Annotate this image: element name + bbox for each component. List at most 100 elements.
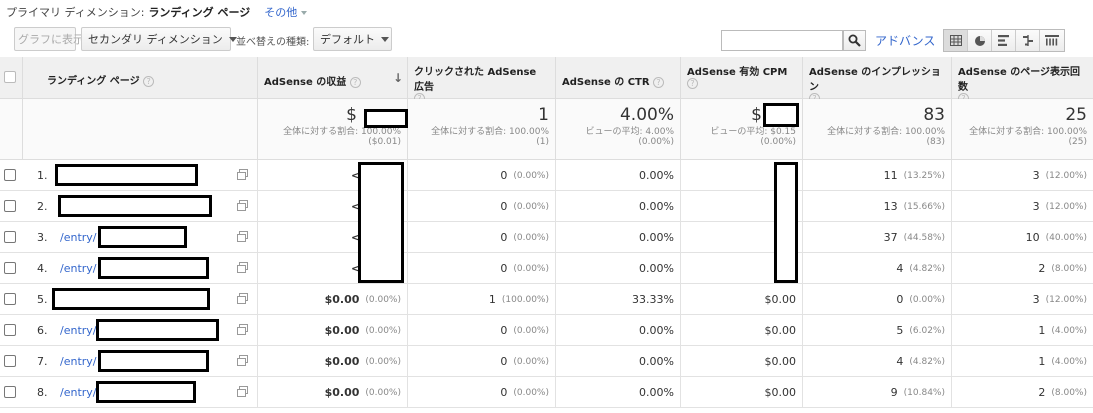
primary-dimension-value[interactable]: ランディング ページ bbox=[148, 4, 250, 20]
cell-share: (0.00%) bbox=[513, 325, 549, 336]
adsense-clicks-cell: 0 (0.00%) bbox=[408, 346, 556, 377]
landing-page-cell: 8. /entry/ bbox=[23, 377, 258, 408]
adsense-clicks-cell: 0 (0.00%) bbox=[408, 160, 556, 191]
table-view-button[interactable] bbox=[944, 30, 968, 51]
landing-page-link[interactable]: /entry/ bbox=[60, 324, 97, 337]
cell-value: 0 bbox=[500, 262, 508, 275]
cell-value: $0.00 bbox=[324, 355, 360, 368]
open-external-icon[interactable] bbox=[237, 293, 249, 304]
cell-share: (0.00%) bbox=[365, 325, 401, 336]
row-checkbox[interactable] bbox=[4, 324, 16, 336]
totals-adsense-ecpm: $ ビューの平均: $0.15 (0.00%) bbox=[681, 99, 803, 160]
cell-value: 9 bbox=[890, 386, 898, 399]
cell-value: $0.00 bbox=[764, 293, 797, 306]
adsense-impressions-cell: 13 (15.66%) bbox=[803, 191, 952, 222]
row-checkbox[interactable] bbox=[4, 386, 16, 398]
redaction-box bbox=[98, 226, 187, 248]
adsense-clicks-cell: 0 (0.00%) bbox=[408, 253, 556, 284]
adsense-ecpm-cell: $0.00 bbox=[681, 377, 803, 408]
landing-page-cell: 2. bbox=[23, 191, 258, 222]
comparison-view-button[interactable] bbox=[1016, 30, 1040, 51]
row-select-cell bbox=[0, 284, 23, 315]
cell-value: 1 bbox=[1038, 355, 1046, 368]
primary-dimension-label: プライマリ ディメンション: bbox=[6, 6, 145, 19]
chevron-down-icon bbox=[381, 37, 389, 46]
open-external-icon[interactable] bbox=[237, 200, 249, 211]
open-external-icon[interactable] bbox=[237, 355, 249, 366]
col-header-adsense-ctr[interactable]: AdSense の CTR ? bbox=[556, 57, 681, 99]
help-icon[interactable]: ? bbox=[143, 75, 155, 87]
cell-share: (12.00%) bbox=[1045, 294, 1087, 305]
help-icon[interactable]: ? bbox=[349, 76, 361, 88]
totals-adsense-ctr: 4.00% ビューの平均: 4.00% (0.00%) bbox=[556, 99, 681, 160]
help-icon[interactable]: ? bbox=[687, 78, 698, 89]
cell-share: (0.00%) bbox=[513, 263, 549, 274]
secondary-dimension-dropdown[interactable]: セカンダリ ディメンション bbox=[81, 27, 237, 51]
col-header-adsense-ecpm[interactable]: AdSense 有効 CPM? bbox=[681, 57, 803, 99]
search-input[interactable] bbox=[721, 30, 843, 51]
adsense-clicks-cell: 0 (0.00%) bbox=[408, 222, 556, 253]
open-external-icon[interactable] bbox=[237, 324, 249, 335]
row-checkbox[interactable] bbox=[4, 262, 16, 274]
redaction-box bbox=[98, 257, 209, 279]
advanced-filter-link[interactable]: アドバンス bbox=[875, 32, 935, 49]
cell-value: 3 bbox=[1032, 200, 1040, 213]
col-header-adsense-impressions[interactable]: AdSense のインプレッション? bbox=[803, 57, 952, 104]
col-header-adsense-revenue[interactable]: AdSense の収益 ? ↓ bbox=[258, 57, 408, 99]
pivot-view-button[interactable] bbox=[1040, 30, 1064, 51]
adsense-pageviews-cell: 3 (12.00%) bbox=[952, 191, 1093, 222]
row-checkbox[interactable] bbox=[4, 355, 16, 367]
col-header-adsense-pageviews[interactable]: AdSense のページ表示回数? bbox=[952, 57, 1093, 104]
redaction-box bbox=[52, 288, 210, 310]
col-header-label: AdSense の CTR bbox=[562, 77, 650, 88]
landing-page-link[interactable]: /entry/ bbox=[60, 231, 97, 244]
col-header-adsense-clicks[interactable]: クリックされた AdSense 広告? bbox=[408, 57, 556, 104]
landing-page-link[interactable]: /entry/ bbox=[60, 355, 97, 368]
select-all-checkbox[interactable] bbox=[4, 71, 16, 83]
performance-view-button[interactable] bbox=[992, 30, 1016, 51]
table-row: 1.<$0.010(0.00%)0.00%$11(13.25%)3(12.00%… bbox=[0, 160, 1093, 191]
pie-view-button[interactable] bbox=[968, 30, 992, 51]
sort-type-dropdown[interactable]: デフォルト bbox=[313, 27, 392, 51]
col-header-landing-page[interactable]: ランディング ページ ? bbox=[23, 57, 258, 99]
cell-share: (0.00%) bbox=[909, 294, 945, 305]
row-select-cell bbox=[0, 191, 23, 222]
total-absolute: (0.00%) bbox=[638, 137, 674, 147]
adsense-clicks-cell: 0 (0.00%) bbox=[408, 377, 556, 408]
cell-share: (0.00%) bbox=[513, 356, 549, 367]
sort-descending-icon: ↓ bbox=[392, 71, 403, 85]
plot-rows-button[interactable]: グラフに表示 bbox=[14, 27, 84, 51]
open-external-icon[interactable] bbox=[237, 231, 249, 242]
sort-type-label: 並べ替えの種類: bbox=[236, 37, 310, 48]
landing-page-cell: 6. /entry/ bbox=[23, 315, 258, 346]
cell-value: 11 bbox=[883, 169, 898, 182]
row-checkbox[interactable] bbox=[4, 231, 16, 243]
adsense-impressions-cell: 37 (44.58%) bbox=[803, 222, 952, 253]
adsense-revenue-cell: $0.00 (0.00%) bbox=[258, 284, 408, 315]
total-average: ビューの平均: 4.00% bbox=[585, 127, 674, 137]
landing-page-link[interactable]: /entry/ bbox=[60, 262, 97, 275]
cell-value: 0.00% bbox=[639, 200, 674, 213]
help-icon[interactable]: ? bbox=[653, 76, 665, 88]
adsense-impressions-cell: 4 (4.82%) bbox=[803, 253, 952, 284]
cell-value: 0 bbox=[500, 231, 508, 244]
row-select-cell bbox=[0, 253, 23, 284]
open-external-icon[interactable] bbox=[237, 169, 249, 180]
cell-share: (13.25%) bbox=[903, 170, 945, 181]
landing-page-link[interactable]: /entry/ bbox=[60, 386, 97, 399]
row-checkbox[interactable] bbox=[4, 200, 16, 212]
open-external-icon[interactable] bbox=[237, 262, 249, 273]
row-checkbox[interactable] bbox=[4, 169, 16, 181]
redaction-box bbox=[364, 109, 408, 128]
cell-value: 10 bbox=[1025, 231, 1040, 244]
adsense-impressions-cell: 5 (6.02%) bbox=[803, 315, 952, 346]
cell-share: (0.00%) bbox=[513, 232, 549, 243]
table-row: 6. /entry/ $0.00 (0.00%) 0 (0.00%) 0.00% $0.00 5… bbox=[0, 315, 1093, 346]
row-checkbox[interactable] bbox=[4, 293, 16, 305]
adsense-ctr-cell: 0.00% bbox=[556, 191, 681, 222]
open-external-icon[interactable] bbox=[237, 386, 249, 397]
other-dimension-link[interactable]: その他 bbox=[264, 4, 307, 20]
row-number: 6. bbox=[37, 324, 48, 337]
search-button[interactable] bbox=[843, 30, 866, 51]
cell-share: (0.00%) bbox=[365, 294, 401, 305]
